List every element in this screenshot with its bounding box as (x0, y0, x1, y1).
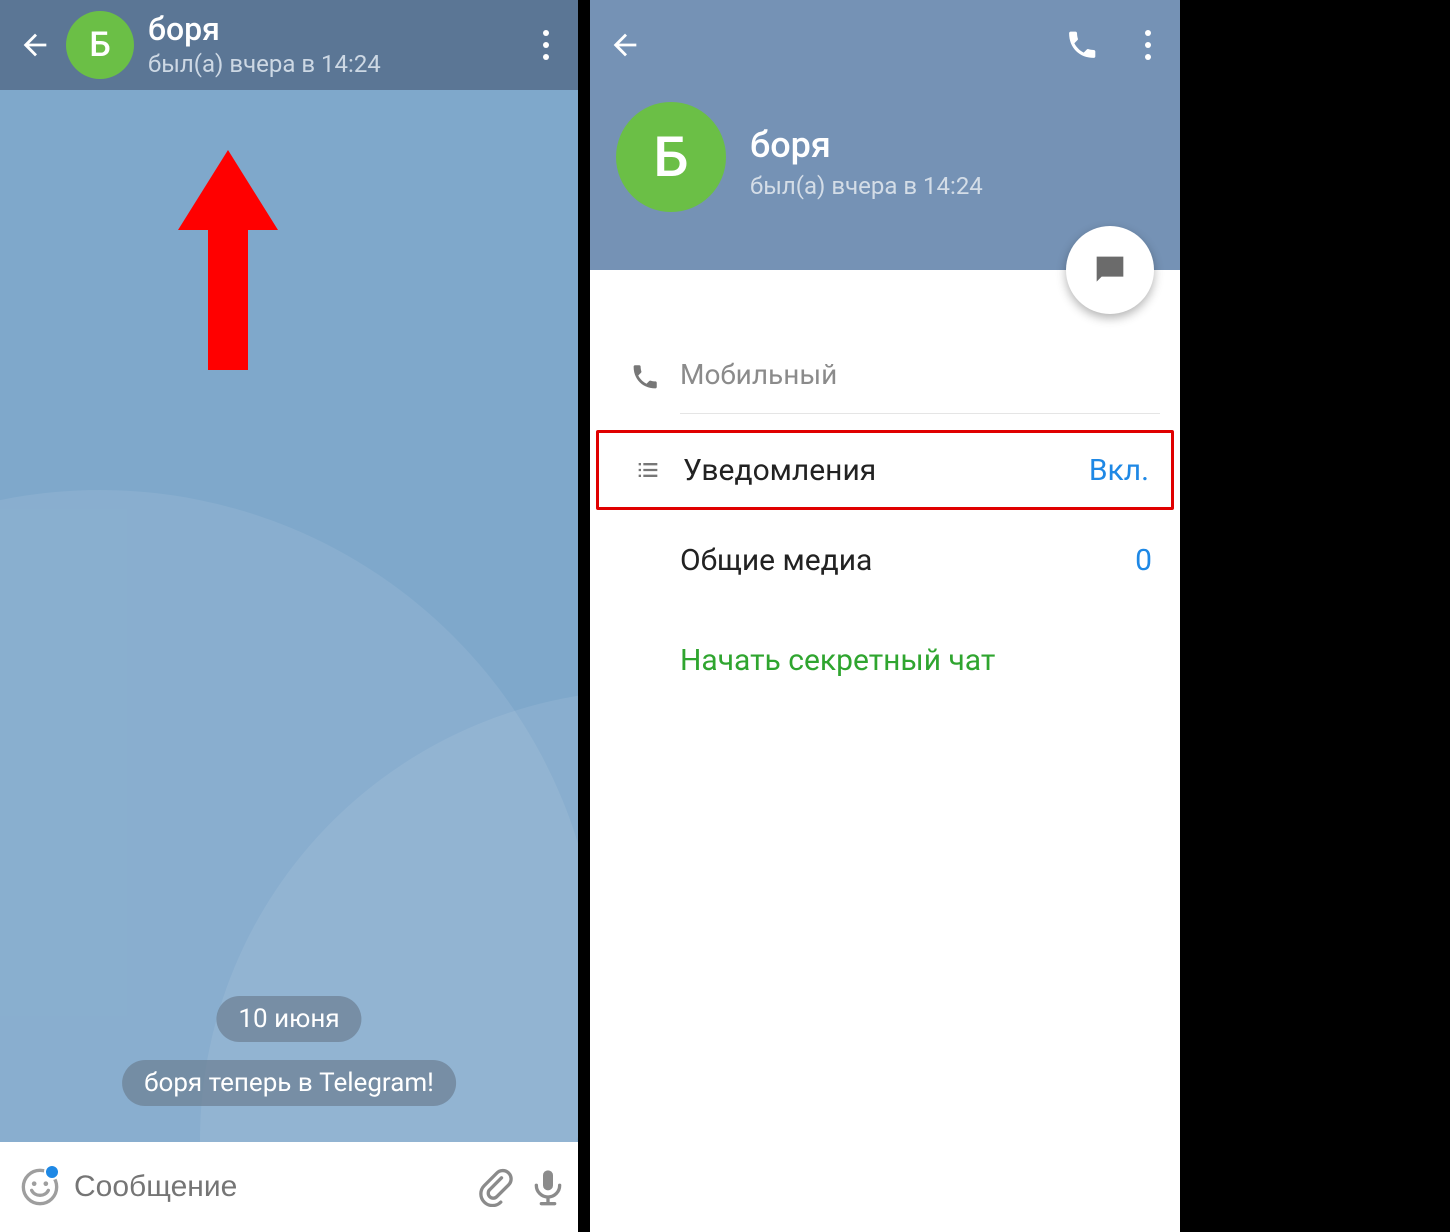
notifications-row[interactable]: Уведомления Вкл. (596, 430, 1174, 510)
secret-chat-row[interactable]: Начать секретный чат (590, 620, 1180, 700)
avatar-letter: Б (653, 124, 688, 190)
phone-content: Мобильный (680, 336, 1160, 414)
back-button[interactable] (14, 24, 56, 66)
date-separator-label: 10 июня (238, 1004, 339, 1034)
shared-media-row[interactable]: Общие медиа 0 (590, 520, 1180, 600)
shared-media-value: 0 (1135, 543, 1160, 578)
phone-icon (1065, 28, 1099, 62)
arrow-left-icon (18, 28, 52, 62)
microphone-icon (528, 1167, 568, 1207)
call-button[interactable] (1058, 21, 1106, 69)
mobile-label: Мобильный (680, 358, 837, 391)
annotation-arrow-up-icon (178, 150, 278, 370)
message-fab[interactable] (1066, 226, 1154, 314)
profile-status: был(а) вчера в 14:24 (750, 172, 983, 200)
profile-title-area: боря был(а) вчера в 14:24 (750, 124, 983, 200)
avatar-letter: Б (89, 25, 110, 65)
chat-screen: Б боря был(а) вчера в 14:24 10 июня боря… (0, 0, 590, 1232)
paperclip-icon (474, 1167, 514, 1207)
back-button[interactable] (604, 24, 646, 66)
shared-media-label: Общие медиа (680, 543, 1135, 578)
emoji-button[interactable] (20, 1162, 60, 1212)
more-menu-button[interactable] (522, 21, 570, 69)
phone-row[interactable]: Мобильный (590, 330, 1180, 420)
chat-bubble-icon (1090, 250, 1130, 290)
profile-name: боря (750, 124, 983, 166)
profile-topbar (590, 0, 1180, 90)
contact-name: боря (148, 12, 522, 47)
message-input-bar (0, 1142, 578, 1232)
notification-dot-icon (44, 1164, 60, 1180)
profile-screen: Б боря был(а) вчера в 14:24 Мобильный Ув… (590, 0, 1180, 1232)
phone-icon (610, 358, 680, 392)
mic-button[interactable] (528, 1162, 568, 1212)
date-separator: 10 июня (216, 996, 361, 1042)
profile-avatar[interactable]: Б (616, 102, 726, 212)
contact-status: был(а) вчера в 14:24 (148, 50, 522, 78)
contact-avatar[interactable]: Б (66, 11, 134, 79)
profile-body: Мобильный Уведомления Вкл. Общие медиа 0… (590, 270, 1180, 700)
arrow-left-icon (608, 28, 642, 62)
notifications-label: Уведомления (683, 453, 1089, 488)
system-message: боря теперь в Telegram! (122, 1060, 456, 1106)
more-menu-button[interactable] (1124, 21, 1172, 69)
attach-button[interactable] (474, 1162, 514, 1212)
chat-header[interactable]: Б боря был(а) вчера в 14:24 (0, 0, 578, 90)
dots-vertical-icon (543, 30, 549, 60)
chat-body[interactable]: 10 июня боря теперь в Telegram! (0, 90, 578, 1142)
system-message-label: боря теперь в Telegram! (144, 1068, 434, 1098)
dots-vertical-icon (1145, 30, 1151, 60)
chat-title-area[interactable]: боря был(а) вчера в 14:24 (148, 12, 522, 77)
profile-header: Б боря был(а) вчера в 14:24 (590, 0, 1180, 270)
notifications-value: Вкл. (1089, 453, 1157, 488)
list-icon (613, 456, 683, 484)
message-input[interactable] (74, 1170, 460, 1204)
secret-chat-label: Начать секретный чат (680, 643, 1160, 678)
